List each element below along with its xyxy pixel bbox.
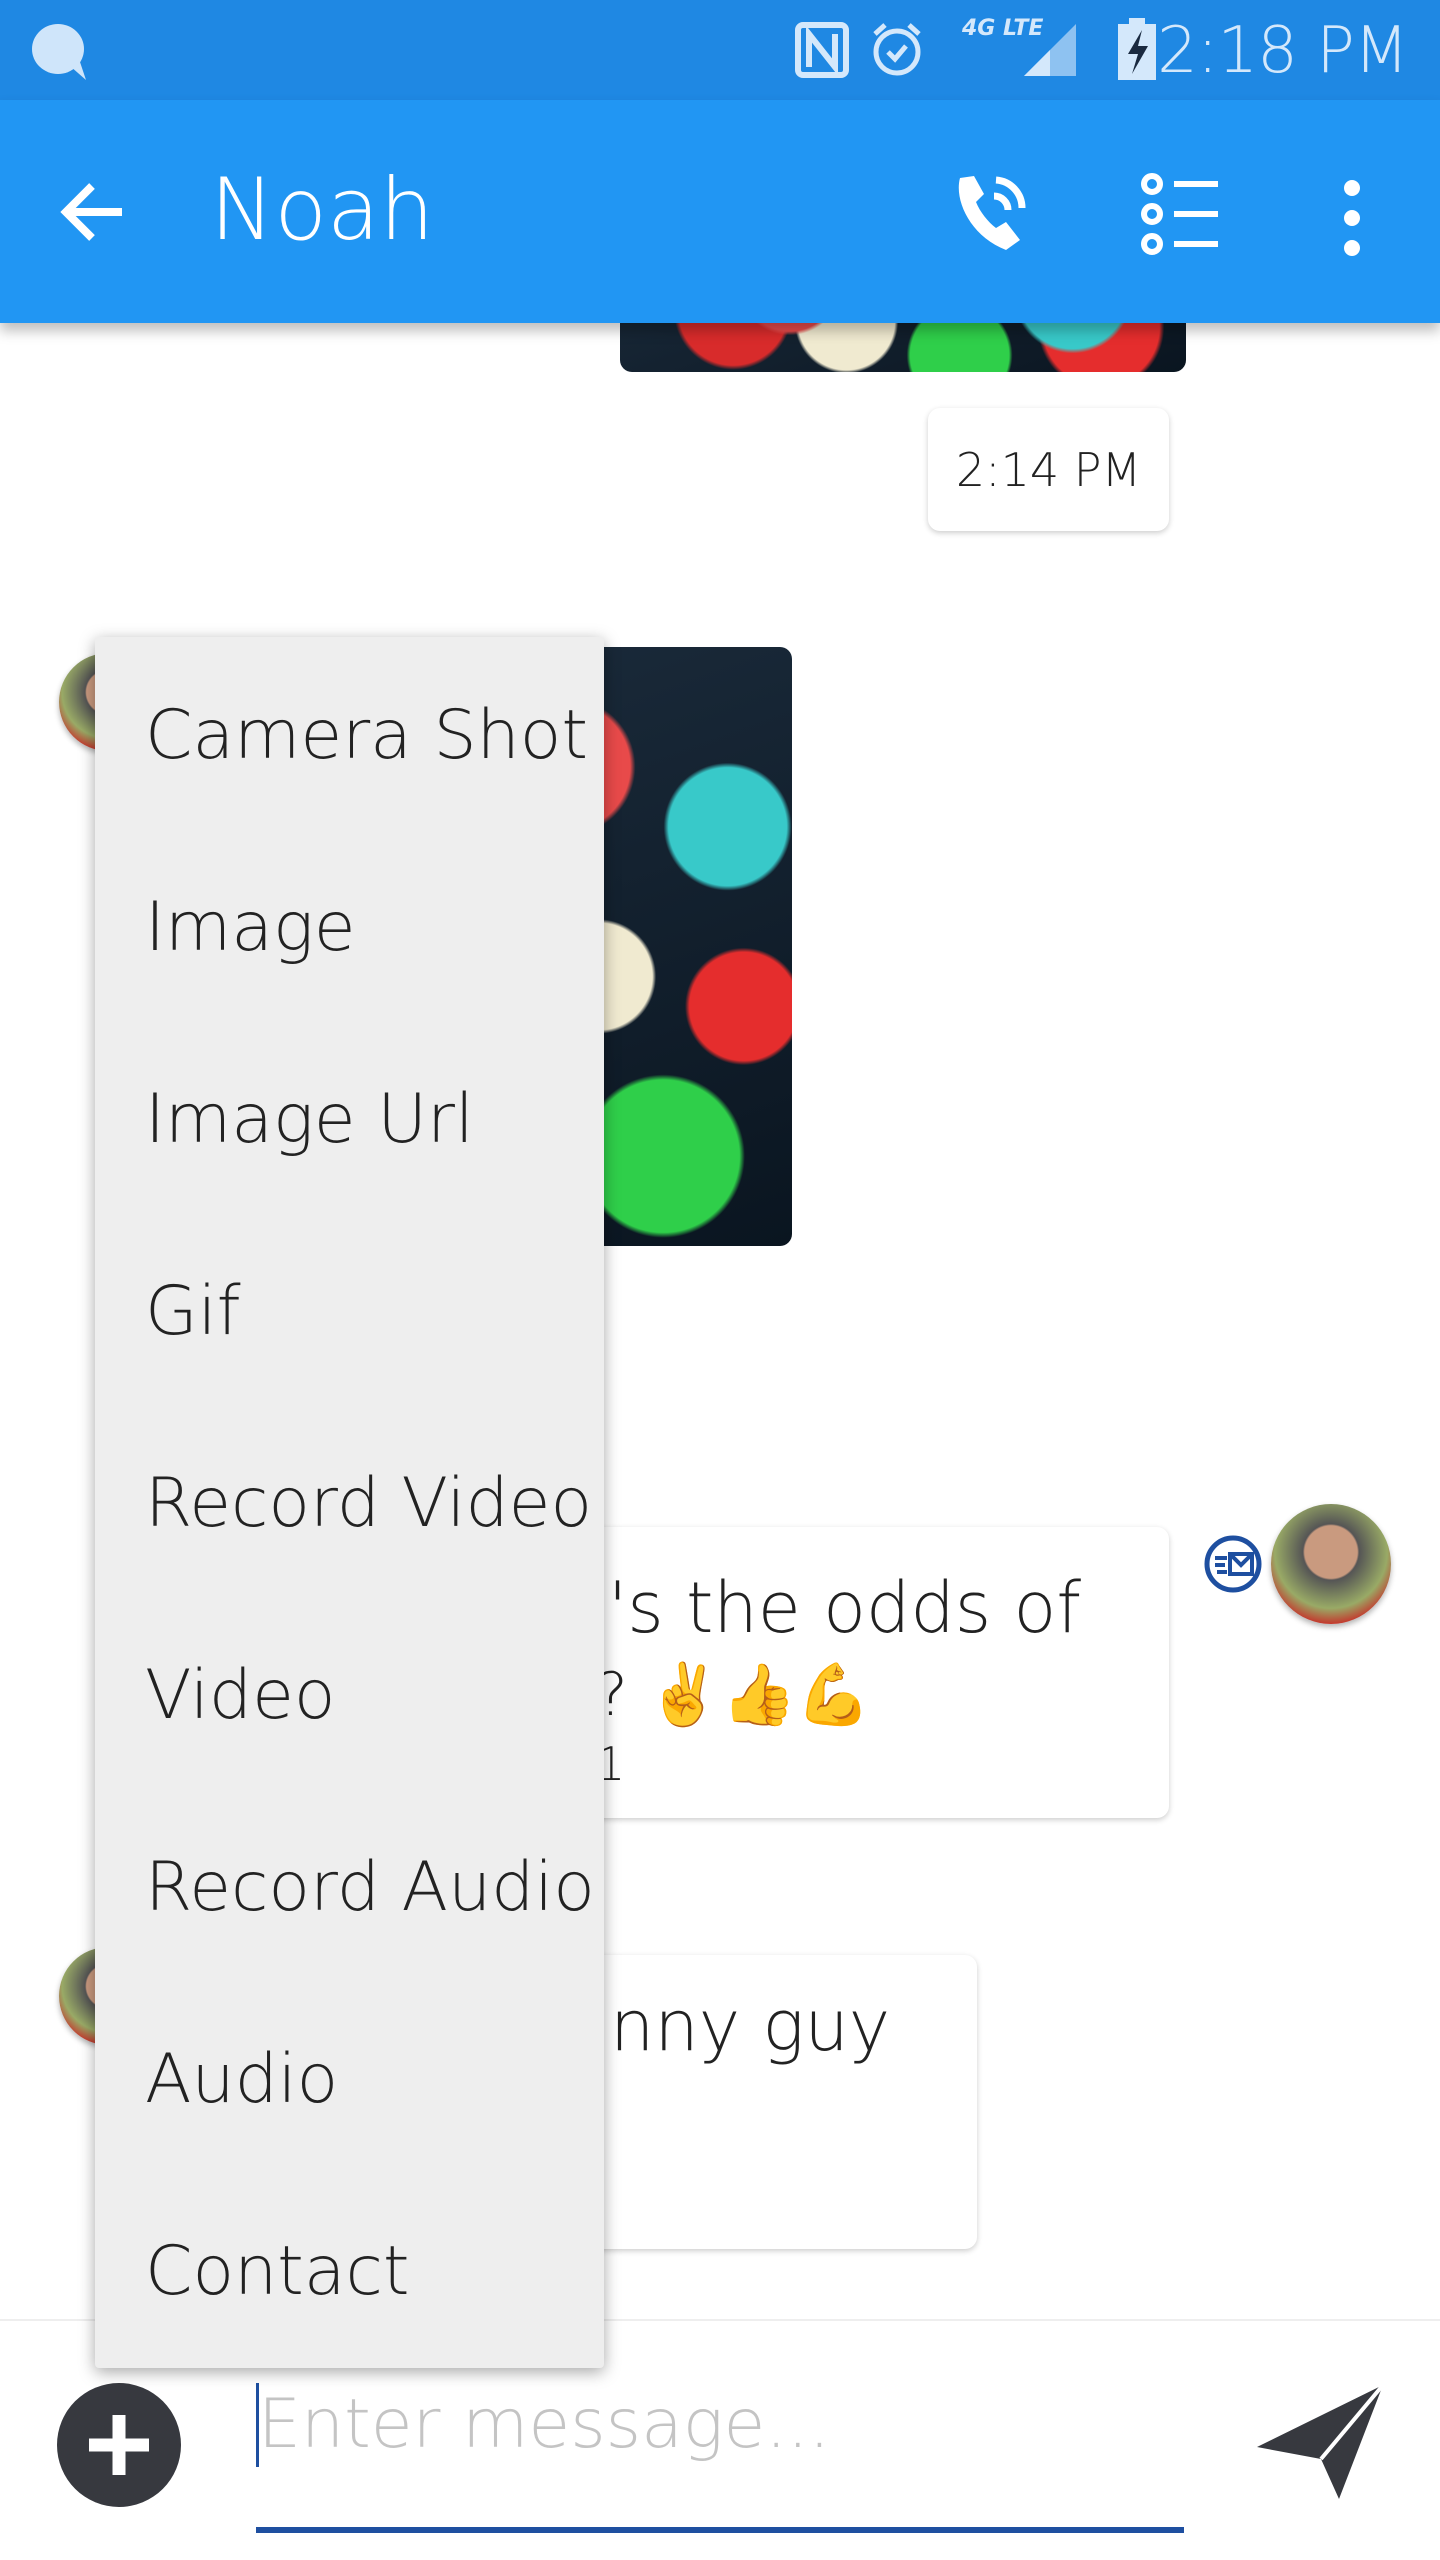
- message-line: ? ✌️👍💪: [596, 1660, 872, 1730]
- menu-item-record-audio[interactable]: Record Audio: [95, 1791, 604, 1983]
- more-vert-icon[interactable]: [1335, 178, 1369, 258]
- app-bar: Noah: [0, 100, 1440, 323]
- message-line: nny guy: [610, 1985, 891, 2067]
- menu-item-video[interactable]: Video: [95, 1599, 604, 1791]
- menu-item-camera-shot[interactable]: Camera Shot: [95, 639, 604, 831]
- menu-item-contact[interactable]: Contact: [95, 2175, 604, 2367]
- menu-item-gif[interactable]: Gif: [95, 1215, 604, 1407]
- contact-name: Noah: [210, 160, 435, 260]
- list-options-icon[interactable]: [1140, 172, 1220, 256]
- back-arrow-icon[interactable]: [58, 180, 130, 244]
- attach-menu: Camera Shot Image Image Url Gif Record V…: [95, 637, 604, 2368]
- sms-sent-icon: [1204, 1535, 1262, 1593]
- timestamp: 2:14 PM: [955, 442, 1142, 497]
- battery-charging-icon: [1118, 18, 1156, 80]
- add-attachment-button[interactable]: [57, 2383, 181, 2507]
- message-input[interactable]: [258, 2379, 1178, 2469]
- signal-icon: [1024, 24, 1076, 76]
- alarm-icon: [873, 23, 921, 76]
- message-line: 's the odds of: [608, 1567, 1081, 1649]
- phone-call-icon[interactable]: [950, 170, 1030, 254]
- clock: 2:18 PM: [1157, 14, 1409, 88]
- menu-item-image-url[interactable]: Image Url: [95, 1023, 604, 1215]
- my-avatar[interactable]: [1271, 1504, 1391, 1624]
- menu-item-record-video[interactable]: Record Video: [95, 1407, 604, 1599]
- input-underline: [256, 2527, 1184, 2533]
- send-icon[interactable]: [1255, 2383, 1385, 2503]
- timestamp-bubble: 2:14 PM: [928, 408, 1169, 531]
- nfc-icon: [795, 22, 849, 78]
- status-bar: 4G LTE 2:18 PM: [0, 0, 1440, 100]
- menu-item-image[interactable]: Image: [95, 831, 604, 1023]
- chat-bubble-icon: [32, 24, 86, 80]
- menu-item-audio[interactable]: Audio: [95, 1983, 604, 2175]
